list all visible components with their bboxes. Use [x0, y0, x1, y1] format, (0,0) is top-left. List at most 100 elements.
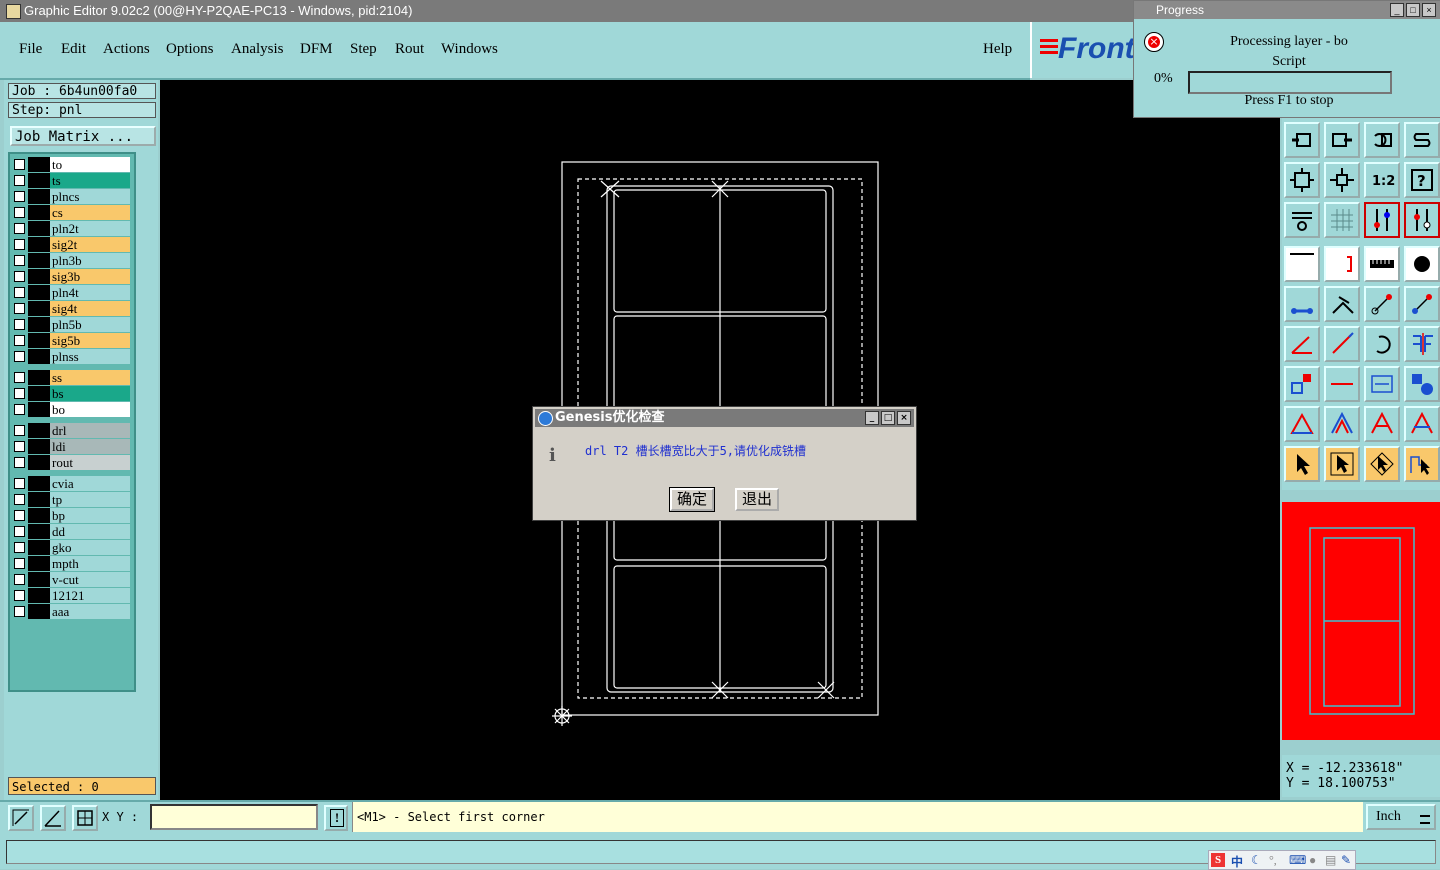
mirror-icon[interactable]	[1404, 326, 1440, 362]
layer-name[interactable]: sig2t	[50, 237, 130, 252]
sogou-icon[interactable]: S	[1211, 853, 1225, 867]
layer-checkbox[interactable]	[14, 526, 25, 537]
layer-checkbox[interactable]	[14, 303, 25, 314]
layer-row[interactable]: cs	[10, 205, 130, 220]
move-point-icon[interactable]	[1364, 286, 1400, 322]
layer-row[interactable]: sig2t	[10, 237, 130, 252]
step-icon[interactable]	[1404, 122, 1440, 158]
layer-checkbox[interactable]	[14, 255, 25, 266]
layer-checkbox[interactable]	[14, 287, 25, 298]
layer-name[interactable]: cs	[50, 205, 130, 220]
layer-name[interactable]: plncs	[50, 189, 130, 204]
layer-name[interactable]: rout	[50, 455, 130, 470]
pad-icon[interactable]	[1404, 246, 1440, 282]
alert-icon[interactable]: !	[324, 805, 348, 831]
layer-row[interactable]: rout	[10, 455, 130, 470]
layer-name[interactable]: pln3b	[50, 253, 130, 268]
layer-row[interactable]: plncs	[10, 189, 130, 204]
layer-name[interactable]: ts	[50, 173, 130, 188]
layer-compare-icon[interactable]	[1404, 202, 1440, 238]
close-icon[interactable]: ×	[1422, 3, 1436, 17]
layer-checkbox[interactable]	[14, 191, 25, 202]
layer-row[interactable]: 12121	[10, 588, 130, 603]
shapes-icon[interactable]	[1404, 366, 1440, 402]
select-polygon-icon[interactable]	[1364, 446, 1400, 482]
select-net-icon[interactable]	[1404, 446, 1440, 482]
layer-row[interactable]: pln2t	[10, 221, 130, 236]
layer-name[interactable]: to	[50, 157, 130, 172]
layer-name[interactable]: bo	[50, 402, 130, 417]
dialog-close-icon[interactable]: ×	[897, 411, 911, 425]
layer-checkbox[interactable]	[14, 223, 25, 234]
layer-select-icon[interactable]	[1364, 202, 1400, 238]
menu-analysis[interactable]: Analysis	[231, 41, 284, 58]
units-select[interactable]: Inch	[1366, 804, 1436, 830]
punctuation-icon[interactable]: °,	[1269, 853, 1277, 868]
layer-checkbox[interactable]	[14, 271, 25, 282]
diagonal-line-icon[interactable]	[1324, 326, 1360, 362]
xy-input[interactable]	[150, 804, 318, 830]
help-icon[interactable]: ?	[1404, 162, 1440, 198]
menu-edit[interactable]: Edit	[61, 41, 86, 58]
layer-row[interactable]: to	[10, 157, 130, 172]
layer-name[interactable]: sig3b	[50, 269, 130, 284]
layer-row[interactable]: gko	[10, 540, 130, 555]
overview-map[interactable]	[1282, 502, 1440, 740]
layer-checkbox[interactable]	[14, 372, 25, 383]
layer-row[interactable]: ts	[10, 173, 130, 188]
intersect-icon[interactable]	[1324, 286, 1360, 322]
minimize-icon[interactable]: _	[1390, 3, 1404, 17]
ok-button[interactable]: 确定	[669, 487, 715, 512]
layer-name[interactable]: pln4t	[50, 285, 130, 300]
layer-name[interactable]: pln5b	[50, 317, 130, 332]
layer-checkbox[interactable]	[14, 159, 25, 170]
menu-dfm[interactable]: DFM	[300, 41, 333, 58]
arch-blue-icon[interactable]	[1404, 406, 1440, 442]
user-icon[interactable]: ●	[1309, 853, 1316, 868]
layer-name[interactable]: 12121	[50, 588, 130, 603]
rotate-icon[interactable]	[1364, 326, 1400, 362]
menu-actions[interactable]: Actions	[103, 41, 150, 58]
exit-button[interactable]: 退出	[735, 488, 779, 511]
menu-rout[interactable]: Rout	[395, 41, 424, 58]
snap-point-icon[interactable]	[1404, 286, 1440, 322]
layer-row[interactable]: sig5b	[10, 333, 130, 348]
layer-row[interactable]: bo	[10, 402, 130, 417]
layer-name[interactable]: sig5b	[50, 333, 130, 348]
layer-name[interactable]: aaa	[50, 604, 130, 619]
grid-snap-icon[interactable]	[72, 805, 98, 831]
layer-row[interactable]: sig4t	[10, 301, 130, 316]
layer-row[interactable]: ss	[10, 370, 130, 385]
maximize-icon[interactable]: □	[1406, 3, 1420, 17]
layer-checkbox[interactable]	[14, 590, 25, 601]
measure-icon[interactable]	[1364, 366, 1400, 402]
layer-checkbox[interactable]	[14, 494, 25, 505]
layer-row[interactable]: bp	[10, 508, 130, 523]
layer-row[interactable]: sig3b	[10, 269, 130, 284]
undo-icon[interactable]	[1364, 122, 1400, 158]
triangle-icon[interactable]	[1324, 406, 1360, 442]
layer-row[interactable]: v-cut	[10, 572, 130, 587]
layer-name[interactable]: plnss	[50, 349, 130, 364]
dialog-maximize-icon[interactable]: □	[881, 411, 895, 425]
select-box-icon[interactable]	[1324, 446, 1360, 482]
layer-row[interactable]: pln4t	[10, 285, 130, 300]
layer-checkbox[interactable]	[14, 175, 25, 186]
ime-chinese-mode[interactable]: 中	[1231, 853, 1243, 870]
menu-file[interactable]: File	[19, 41, 42, 58]
layer-checkbox[interactable]	[14, 574, 25, 585]
layer-name[interactable]: tp	[50, 492, 130, 507]
layer-checkbox[interactable]	[14, 558, 25, 569]
menu-options[interactable]: Options	[166, 41, 214, 58]
line-tool-icon[interactable]	[1284, 246, 1320, 282]
tools-icon[interactable]: ✎	[1341, 853, 1351, 868]
triangle-fill-icon[interactable]	[1284, 406, 1320, 442]
ruler-icon[interactable]	[1364, 246, 1400, 282]
layer-name[interactable]: bp	[50, 508, 130, 523]
layer-name[interactable]: ldi	[50, 439, 130, 454]
layer-checkbox[interactable]	[14, 351, 25, 362]
menu-step[interactable]: Step	[350, 41, 377, 58]
corner-tool-icon[interactable]	[1324, 246, 1360, 282]
layer-checkbox[interactable]	[14, 319, 25, 330]
job-matrix-button[interactable]: Job Matrix ...	[10, 126, 156, 146]
